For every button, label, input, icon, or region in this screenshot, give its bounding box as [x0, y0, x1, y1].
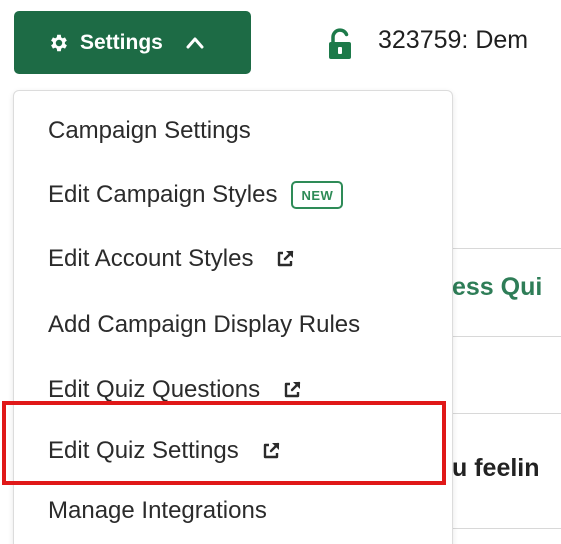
settings-dropdown-menu: Campaign Settings Edit Campaign Styles N… [13, 90, 453, 544]
menu-item-edit-quiz-questions[interactable]: Edit Quiz Questions [48, 370, 302, 410]
menu-item-edit-quiz-settings[interactable]: Edit Quiz Settings [48, 431, 281, 471]
menu-item-campaign-settings[interactable]: Campaign Settings [48, 111, 251, 151]
menu-item-label: Manage Integrations [48, 497, 267, 524]
external-link-icon [261, 441, 281, 461]
menu-item-edit-campaign-styles[interactable]: Edit Campaign Styles NEW [48, 175, 344, 215]
external-link-icon [275, 249, 295, 269]
unlocked-lock-icon [326, 28, 354, 60]
chevron-up-icon [185, 33, 205, 53]
background-question-text: u feelin [452, 454, 540, 482]
menu-item-label: Campaign Settings [48, 117, 251, 144]
menu-item-label: Edit Campaign Styles [48, 181, 278, 208]
menu-item-manage-integrations[interactable]: Manage Integrations [48, 491, 267, 531]
new-badge: NEW [291, 181, 344, 209]
menu-item-label: Add Campaign Display Rules [48, 311, 361, 338]
divider [452, 413, 561, 414]
settings-button[interactable]: Settings [14, 11, 251, 74]
page: Settings 323759: Dem ess Qui u feelin Ca… [0, 0, 561, 544]
gear-icon [48, 32, 70, 54]
menu-item-label: Edit Quiz Questions [48, 376, 261, 403]
divider [452, 336, 561, 337]
external-link-icon [282, 380, 302, 400]
divider [452, 248, 561, 249]
menu-item-edit-account-styles[interactable]: Edit Account Styles [48, 239, 295, 279]
divider [452, 528, 561, 529]
menu-item-label: Edit Account Styles [48, 245, 254, 272]
campaign-title: 323759: Dem [378, 26, 529, 54]
background-quiz-title: ess Qui [452, 273, 543, 301]
menu-item-add-campaign-display-rules[interactable]: Add Campaign Display Rules [48, 305, 360, 345]
settings-button-label: Settings [80, 30, 163, 54]
menu-item-label: Edit Quiz Settings [48, 437, 239, 464]
